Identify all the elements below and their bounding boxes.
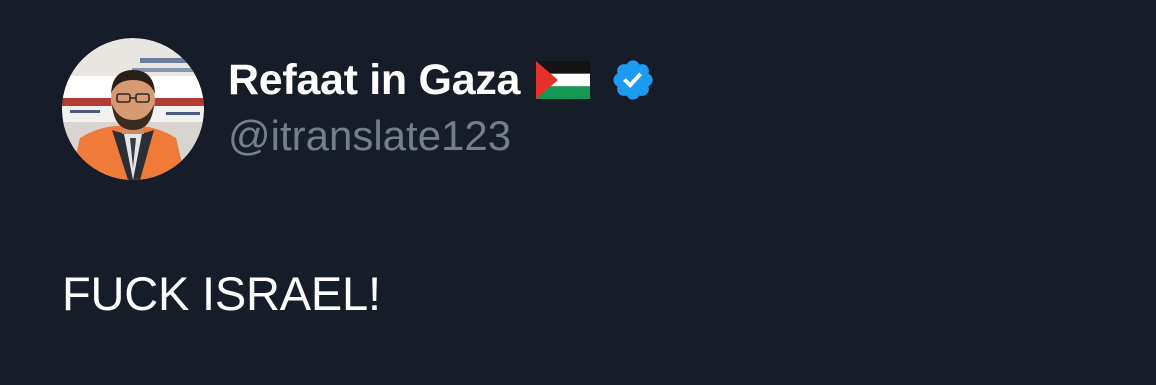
avatar[interactable] bbox=[62, 38, 204, 180]
tweet-card: Refaat in Gaza @itranslate123 FUCK ISRAE… bbox=[0, 0, 1156, 385]
author-name-row: Refaat in Gaza bbox=[228, 52, 656, 108]
verified-badge-icon[interactable] bbox=[610, 57, 656, 103]
author-display-name[interactable]: Refaat in Gaza bbox=[228, 56, 520, 105]
tweet-text: FUCK ISRAEL! bbox=[62, 267, 381, 320]
palestine-flag-icon bbox=[536, 61, 591, 99]
avatar-photo bbox=[62, 38, 204, 180]
author-handle[interactable]: @itranslate123 bbox=[228, 112, 511, 160]
